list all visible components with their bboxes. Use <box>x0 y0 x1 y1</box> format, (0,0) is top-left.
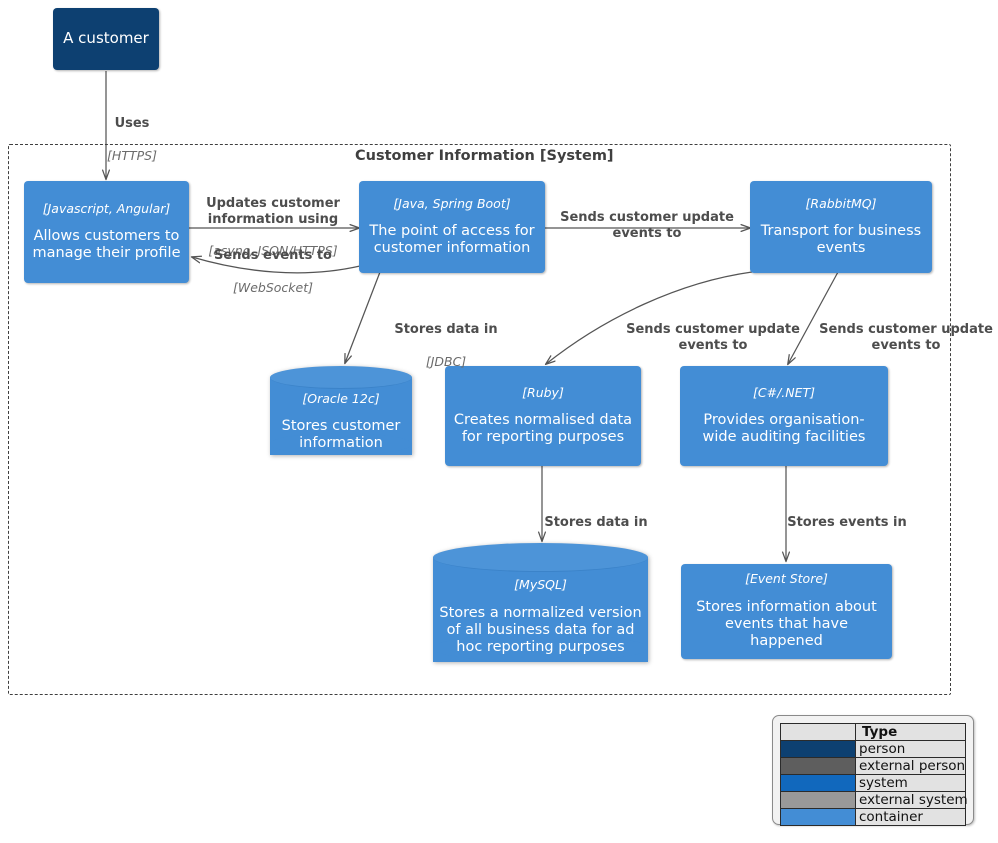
node-audit-service-tech: [C#/.NET] <box>752 384 816 400</box>
legend-label-external-person: external person <box>855 757 966 775</box>
node-web-application[interactable]: [Javascript, Angular] Allows customers t… <box>24 181 189 283</box>
legend-label-container: container <box>855 808 966 826</box>
node-audit-service-desc: Provides organisation-wide auditing faci… <box>702 412 866 446</box>
edge-label-message-bus-to-audit: Sends customer update events to <box>819 321 993 353</box>
node-database-mysql-desc: Stores a normalized version of all busin… <box>439 604 642 655</box>
legend-swatch-external-system <box>780 791 856 809</box>
edge-label-audit-to-event-store: Stores events in <box>787 514 907 530</box>
cylinder-top <box>433 543 648 572</box>
legend-swatch-system <box>780 774 856 792</box>
node-message-bus-desc: Transport for business events <box>760 223 922 257</box>
legend-swatch-container <box>780 808 856 826</box>
node-api-application-desc: The point of access for customer informa… <box>369 223 535 257</box>
edge-label-message-bus-to-reporting: Sends customer update events to <box>626 321 800 353</box>
node-audit-service[interactable]: [C#/.NET] Provides organisation-wide aud… <box>680 366 888 466</box>
legend-row: container <box>780 808 966 826</box>
legend-label-system: system <box>855 774 966 792</box>
edge-label-api-to-message-bus: Sends customer update events to <box>560 209 734 241</box>
legend-swatch-external-person <box>780 757 856 775</box>
node-reporting-service-tech: [Ruby] <box>522 384 564 400</box>
legend-swatch-person <box>780 740 856 758</box>
legend-header-type: Type <box>855 723 966 741</box>
diagram-canvas: Customer Information [System] A customer… <box>0 0 998 843</box>
legend-label-external-system: external system <box>855 791 968 809</box>
legend-row: system <box>780 774 966 792</box>
legend-label-person: person <box>855 740 966 758</box>
node-reporting-service-desc: Creates normalised data for reporting pu… <box>453 412 633 446</box>
node-message-bus-tech: [RabbitMQ] <box>805 195 877 211</box>
edge-label-reporting-to-mysql: Stores data in <box>544 514 648 530</box>
node-web-application-desc: Allows customers to manage their profile <box>32 228 181 262</box>
node-web-application-tech: [Javascript, Angular] <box>42 200 171 216</box>
legend-header-row: Type <box>780 723 966 741</box>
edge-label-sends-events-to: Sends events to [WebSocket] <box>214 247 332 295</box>
node-customer-label: A customer <box>63 29 149 48</box>
node-database-mysql[interactable]: [MySQL] Stores a normalized version of a… <box>433 543 648 676</box>
node-database-event-store-desc: Stores information about events that hav… <box>696 599 877 650</box>
node-database-event-store-tech: [Event Store] <box>745 571 828 587</box>
legend-row: external system <box>780 791 968 809</box>
legend-table: Type person external person system exter… <box>780 723 968 826</box>
node-customer[interactable]: A customer <box>53 8 159 70</box>
node-database-oracle-tech: [Oracle 12c] <box>302 390 380 406</box>
node-api-application-tech: [Java, Spring Boot] <box>393 195 511 211</box>
node-database-event-store[interactable]: [Event Store] Stores information about e… <box>681 564 892 659</box>
node-database-mysql-tech: [MySQL] <box>514 576 567 592</box>
edge-label-stores-data-in-oracle: Stores data in [JDBC] <box>394 321 498 369</box>
node-database-oracle-desc: Stores customer information <box>281 418 401 452</box>
edge-label-uses: Uses [HTTPS] <box>107 115 157 163</box>
node-message-bus[interactable]: [RabbitMQ] Transport for business events <box>750 181 932 273</box>
node-api-application[interactable]: [Java, Spring Boot] The point of access … <box>359 181 545 273</box>
legend: Type person external person system exter… <box>772 715 974 826</box>
legend-row: external person <box>780 757 966 775</box>
legend-row: person <box>780 740 966 758</box>
system-boundary-title: Customer Information [System] <box>355 148 614 164</box>
legend-swatch-empty <box>780 723 856 741</box>
